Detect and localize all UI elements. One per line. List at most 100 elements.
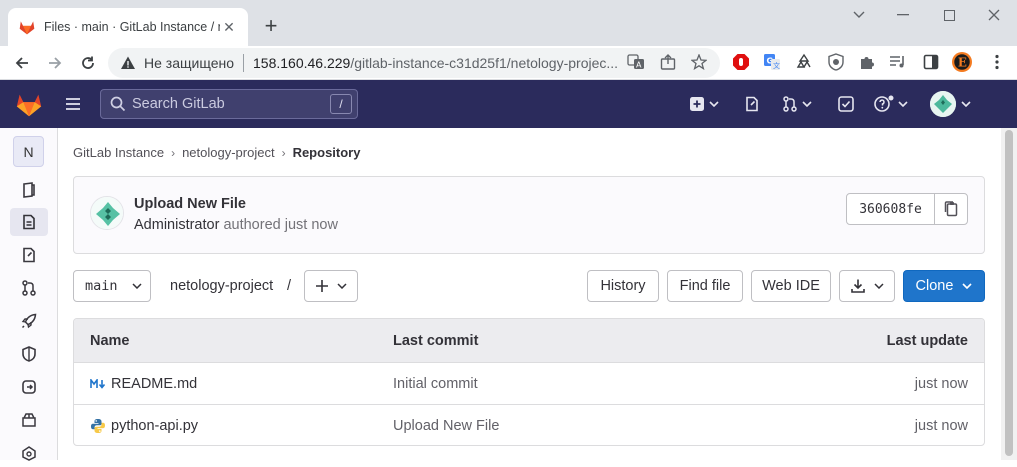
copy-icon [944,201,958,217]
clone-button-label: Clone [915,278,954,294]
project-avatar[interactable]: N [13,136,44,167]
sidebar-item-monitor[interactable] [10,439,48,467]
chevron-down-icon [961,101,971,107]
breadcrumb-item-group[interactable]: GitLab Instance [73,145,164,160]
puzzle-extensions-icon[interactable] [857,52,877,72]
page-scrollbar[interactable] [1001,128,1017,460]
share-icon[interactable] [659,53,677,71]
chevron-down-icon [874,283,884,289]
commit-title[interactable]: Upload New File [134,196,246,212]
plus-square-icon [690,97,704,111]
sidebar-item-merge-requests[interactable] [10,274,48,302]
sidebar-item-repository[interactable] [10,208,48,236]
history-button[interactable]: History [587,270,659,302]
tab-title: Files · main · GitLab Instance / netolog… [44,20,220,34]
gitlab-logo-icon[interactable] [14,89,44,119]
shield-icon [22,346,36,362]
url-path: /gitlab-instance-c31d25f1/netology-proje… [350,55,619,71]
file-last-commit[interactable]: Initial commit [393,376,478,392]
file-last-update: just now [914,375,968,392]
project-sidebar: N [0,128,58,461]
commit-meta: authored just now [223,217,338,233]
issues-button[interactable] [744,94,760,114]
kebab-menu-icon[interactable] [987,52,1007,72]
table-row[interactable]: README.md Initial commit just now [74,363,984,405]
bookmark-star-icon[interactable] [690,53,708,71]
table-header-row: Name Last commit Last update [74,319,984,363]
new-menu-button[interactable] [689,94,719,114]
download-button[interactable] [839,270,895,302]
back-icon[interactable] [8,49,36,77]
profile-avatar-icon[interactable]: E [952,52,972,72]
sidebar-item-deployments[interactable] [10,373,48,401]
file-name[interactable]: python-api.py [111,418,198,434]
gitlab-favicon-icon [18,18,36,36]
breadcrumb-item-current[interactable]: Repository [293,145,361,160]
commit-sha[interactable]: 360608fe [847,194,935,224]
search-placeholder: Search GitLab [132,96,225,112]
new-tab-button[interactable]: + [258,13,284,39]
translate-icon[interactable]: A [627,53,645,71]
commit-author-avatar[interactable] [90,196,124,230]
file-name-cell[interactable]: python-api.py [90,418,198,434]
merge-requests-button[interactable] [782,94,812,114]
add-to-tree-button[interactable] [304,270,358,302]
clone-button[interactable]: Clone [903,270,985,302]
plus-icon [316,280,328,292]
shield-extension-icon[interactable] [826,52,846,72]
search-input[interactable]: Search GitLab / [100,89,358,119]
commit-author-line: Administrator authored just now [134,217,338,233]
forward-icon[interactable] [41,49,69,77]
divider [243,54,244,72]
svg-text:文: 文 [773,61,780,70]
hamburger-menu-icon[interactable] [64,95,82,113]
side-panel-icon[interactable] [921,52,941,72]
deployments-icon [22,380,36,394]
find-file-button[interactable]: Find file [667,270,743,302]
file-name-cell[interactable]: README.md [90,376,197,392]
reading-list-icon[interactable] [888,52,908,72]
browser-tab-bar: Files · main · GitLab Instance / netolog… [0,0,1017,46]
todos-button[interactable] [838,94,854,114]
last-commit-panel: Upload New File Administrator authored j… [73,176,985,254]
web-ide-button[interactable]: Web IDE [751,270,831,302]
merge-request-icon [22,280,36,296]
sidebar-item-packages[interactable] [10,406,48,434]
reload-icon[interactable] [74,49,102,77]
file-last-update: just now [914,418,968,434]
sidebar-item-ci-cd[interactable] [10,307,48,335]
package-icon [22,413,36,427]
commit-author-name[interactable]: Administrator [134,217,219,233]
maximize-icon[interactable] [926,0,972,30]
search-icon [110,96,126,112]
browser-tab[interactable]: Files · main · GitLab Instance / netolog… [8,8,248,46]
adblock-extension-icon[interactable] [731,52,751,72]
help-button[interactable] [874,94,908,114]
merge-request-icon [783,96,797,112]
copy-sha-button[interactable] [935,194,967,224]
branch-selector[interactable]: main [73,270,151,302]
chevron-down-icon[interactable] [836,0,882,30]
sidebar-item-project-info[interactable] [10,176,48,204]
scrollbar-thumb[interactable] [1005,130,1013,456]
window-close-icon[interactable] [971,0,1017,30]
file-name[interactable]: README.md [111,376,197,392]
minimize-icon[interactable] [880,0,926,30]
chevron-down-icon [962,283,973,289]
issues-icon [746,96,758,112]
recycle-extension-icon[interactable] [794,52,814,72]
warning-icon[interactable] [120,55,136,71]
google-translate-extension-icon[interactable]: G文 [762,52,782,72]
repo-path-project[interactable]: netology-project [170,278,273,294]
repository-document-icon [23,214,35,230]
file-last-commit[interactable]: Upload New File [393,418,499,434]
table-row[interactable]: python-api.py Upload New File just now [74,405,984,445]
url-text: 158.160.46.229/gitlab-instance-c31d25f1/… [253,55,625,71]
tab-close-icon[interactable]: ✕ [220,18,238,36]
breadcrumb: GitLab Instance › netology-project › Rep… [73,145,360,160]
user-menu-chevron[interactable] [961,94,971,114]
sidebar-item-security[interactable] [10,340,48,368]
user-avatar[interactable] [930,91,956,117]
sidebar-item-issues[interactable] [10,241,48,269]
breadcrumb-item-project[interactable]: netology-project [182,145,275,160]
